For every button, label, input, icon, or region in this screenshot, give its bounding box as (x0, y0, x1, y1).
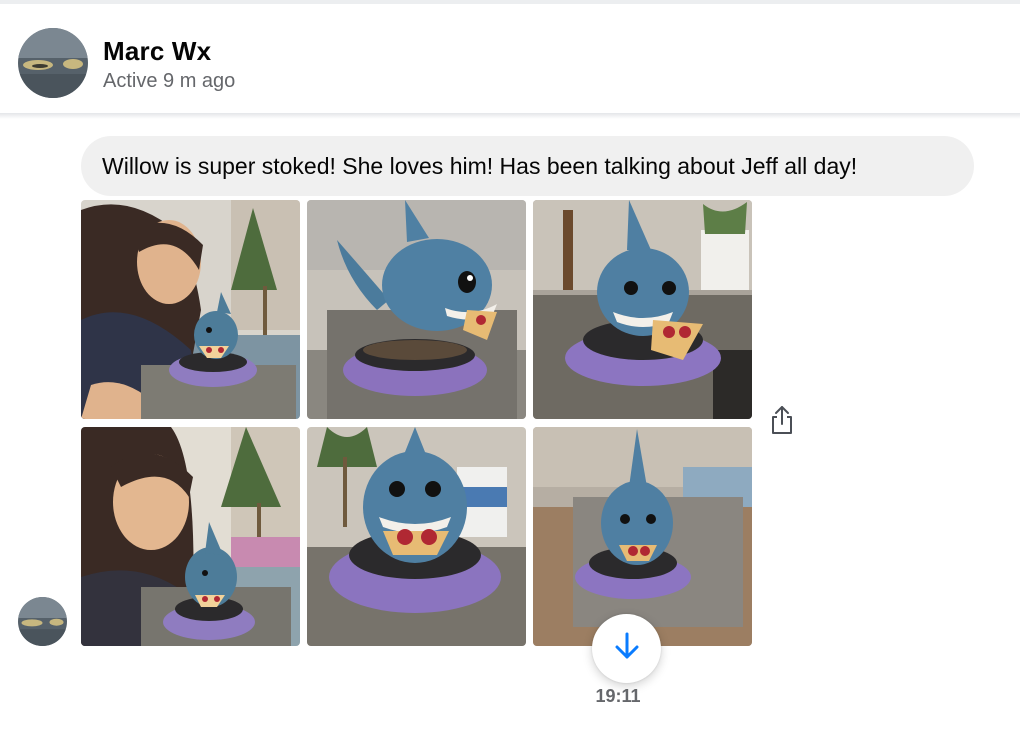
sender-avatar[interactable] (18, 597, 67, 646)
arrow-down-icon (613, 631, 641, 666)
photo-girl-with-shark-1[interactable] (81, 200, 300, 419)
message-timestamp: 19:11 (595, 686, 641, 706)
photo-grid (81, 200, 752, 646)
scroll-to-bottom-button[interactable] (592, 614, 661, 683)
photo-girl-with-shark-2[interactable] (81, 427, 300, 646)
active-status: Active 9 m ago (103, 70, 236, 92)
share-button[interactable] (766, 404, 798, 440)
message-text: Willow is super stoked! She loves him! H… (102, 152, 858, 179)
contact-avatar[interactable] (18, 28, 88, 98)
header-divider (0, 113, 1020, 119)
photo-shark-figure-front[interactable] (533, 200, 752, 419)
photo-shark-figure-side[interactable] (307, 200, 526, 419)
photo-shark-figure-on-base[interactable] (533, 427, 752, 646)
message-bubble[interactable]: Willow is super stoked! She loves him! H… (81, 136, 974, 196)
chat-header: Marc Wx Active 9 m ago (0, 4, 1020, 114)
photo-shark-figure-closeup[interactable] (307, 427, 526, 646)
share-icon (769, 405, 795, 440)
contact-name[interactable]: Marc Wx (103, 36, 211, 67)
